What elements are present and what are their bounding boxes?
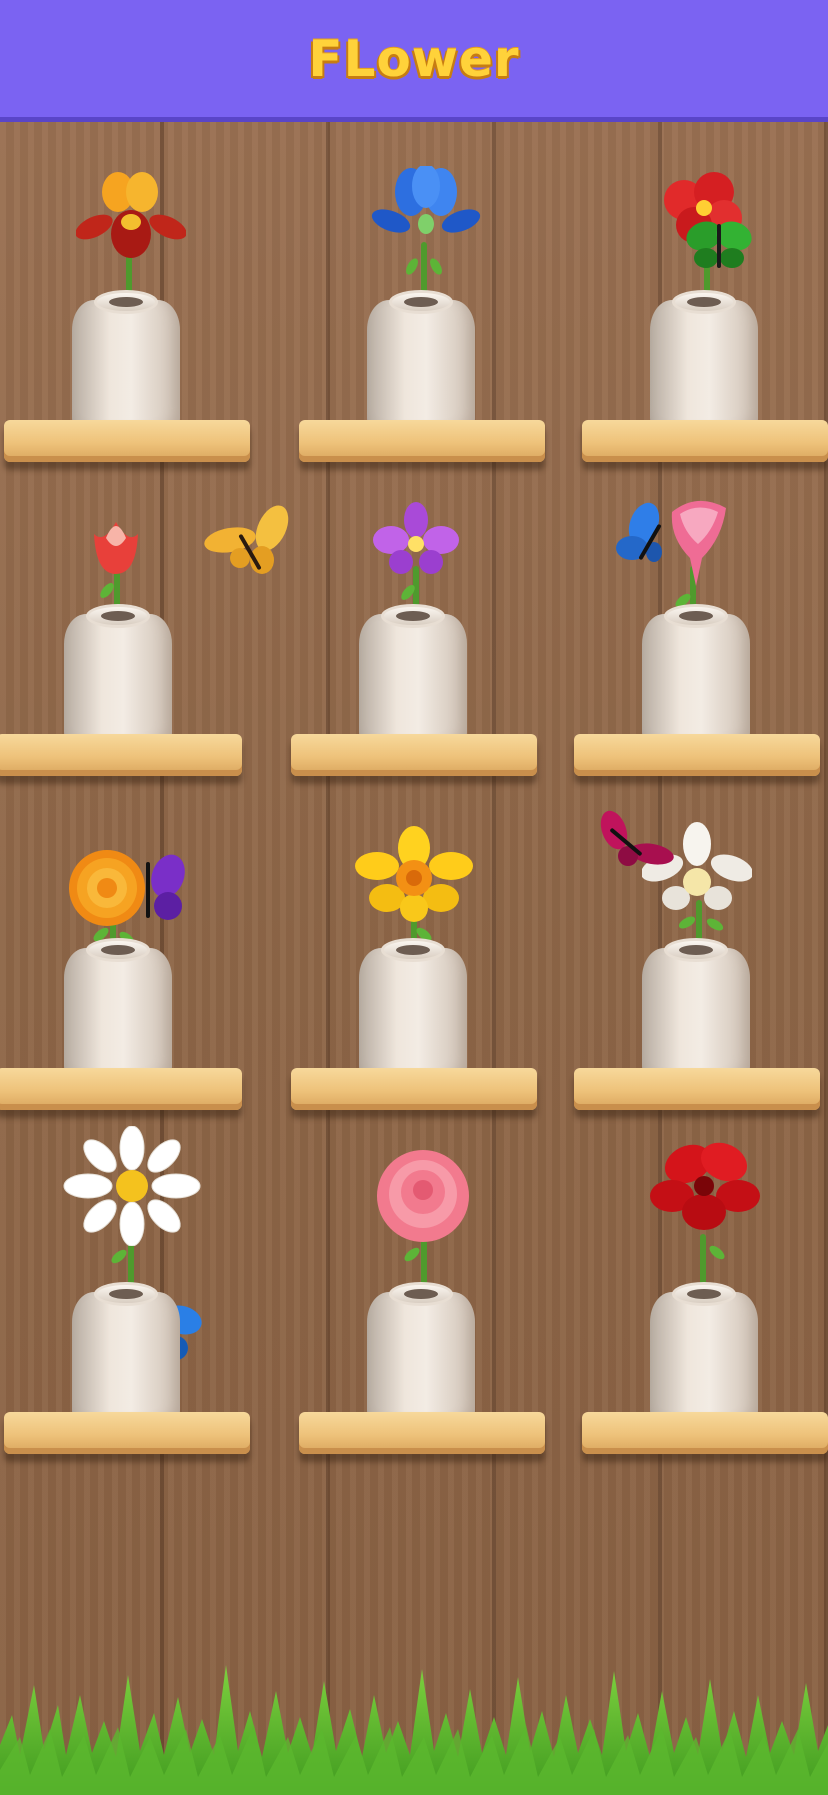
leaf <box>402 1245 422 1264</box>
shelf-slot-5[interactable] <box>291 456 541 776</box>
vase <box>72 290 180 438</box>
amaryllis-red-flower[interactable] <box>648 1134 762 1244</box>
vase <box>367 1282 475 1430</box>
grass-decoration <box>0 1665 828 1795</box>
wooden-shelf <box>0 1068 242 1110</box>
shelf-slot-10[interactable] <box>4 1126 254 1454</box>
wooden-shelf <box>574 1068 820 1110</box>
leaf <box>707 1243 727 1262</box>
vase <box>72 1282 180 1430</box>
butterfly-yellow-icon[interactable] <box>202 504 298 584</box>
shelf-slot-1[interactable] <box>4 142 254 462</box>
calla-lily-pink-flower[interactable] <box>662 498 732 588</box>
wooden-shelf <box>299 1412 545 1454</box>
title-bar: FLower <box>0 0 828 122</box>
wooden-shelf <box>574 734 820 776</box>
vase <box>64 604 172 752</box>
butterfly-green-icon[interactable] <box>684 214 754 274</box>
vase <box>650 290 758 438</box>
wooden-shelf <box>291 734 537 776</box>
orchid-purple-flower[interactable] <box>371 502 461 582</box>
wooden-shelf <box>582 1412 828 1454</box>
vase <box>359 604 467 752</box>
butterfly-purple-icon[interactable] <box>132 852 192 928</box>
vase <box>650 1282 758 1430</box>
shelf-slot-7[interactable] <box>0 790 246 1110</box>
butterfly-magenta-icon[interactable] <box>598 806 674 872</box>
wooden-shelf <box>4 1412 250 1454</box>
iris-blue-flower[interactable] <box>371 166 481 256</box>
leaf <box>403 256 421 277</box>
wooden-board <box>0 122 828 1795</box>
leaf <box>427 256 445 277</box>
shelf-slot-6[interactable] <box>574 456 824 776</box>
vase <box>367 290 475 438</box>
shelf-slot-2[interactable] <box>299 142 549 462</box>
shelf-slot-3[interactable] <box>582 142 828 462</box>
shelf-slot-8[interactable] <box>291 790 541 1110</box>
shelf-slot-9[interactable] <box>574 790 824 1110</box>
game-title: FLower <box>308 29 520 88</box>
vase <box>642 938 750 1086</box>
rose-pink-flower[interactable] <box>371 1148 475 1244</box>
tulip-red-flower[interactable] <box>86 514 146 578</box>
butterfly-blue-icon[interactable] <box>610 502 670 568</box>
shelf-slot-11[interactable] <box>299 1134 549 1454</box>
wooden-shelf <box>0 734 242 776</box>
shelf-slot-12[interactable] <box>582 1134 828 1454</box>
leaf <box>109 1247 129 1266</box>
vase <box>359 938 467 1086</box>
vase <box>642 604 750 752</box>
daffodil-yellow-flower[interactable] <box>351 826 477 922</box>
daisy-white-flower[interactable] <box>62 1126 202 1246</box>
vase <box>64 938 172 1086</box>
wooden-shelf <box>291 1068 537 1110</box>
iris-orange-flower[interactable] <box>76 172 186 272</box>
